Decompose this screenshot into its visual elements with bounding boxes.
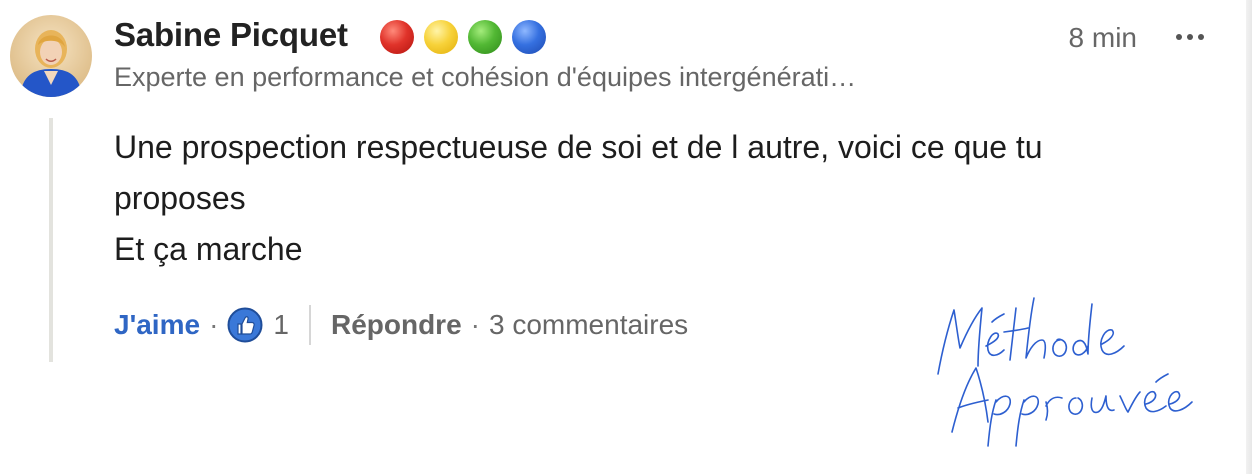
status-dots <box>380 20 546 56</box>
comment-actions: J'aime · 1 Répondre · 3 commentaires <box>114 302 688 348</box>
reaction-count[interactable]: 1 <box>273 309 289 341</box>
signature-stamp <box>937 297 1193 447</box>
comment-line: Une prospection respectueuse de soi et d… <box>114 129 1043 165</box>
divider <box>308 305 311 345</box>
separator: · <box>209 309 219 340</box>
comment-timestamp: 8 min <box>1068 22 1137 53</box>
avatar[interactable] <box>10 15 92 97</box>
author-headline: Experte en performance et cohésion d'équ… <box>114 62 857 92</box>
thread-line <box>49 118 53 362</box>
comment-screenshot: Sabine Picquet 8 min Experte en performa… <box>0 0 1252 474</box>
blue-circle-icon <box>512 20 546 54</box>
more-dot-icon <box>1176 34 1182 40</box>
author-name[interactable]: Sabine Picquet <box>114 16 348 54</box>
comment-line: Et ça marche <box>114 231 303 267</box>
like-button[interactable]: J'aime <box>114 309 200 341</box>
green-circle-icon <box>468 20 502 54</box>
comment-line: proposes <box>114 180 246 216</box>
more-options-button[interactable] <box>1170 22 1210 52</box>
scroll-edge <box>1246 0 1252 474</box>
red-circle-icon <box>380 20 414 54</box>
more-dot-icon <box>1187 34 1193 40</box>
separator: · <box>470 309 480 340</box>
reply-button[interactable]: Répondre <box>331 309 462 341</box>
thumbs-up-icon[interactable] <box>227 307 263 343</box>
yellow-circle-icon <box>424 20 458 54</box>
comment-body: Une prospection respectueuse de soi et d… <box>114 122 1224 275</box>
more-dot-icon <box>1198 34 1204 40</box>
replies-count-link[interactable]: 3 commentaires <box>489 309 688 341</box>
